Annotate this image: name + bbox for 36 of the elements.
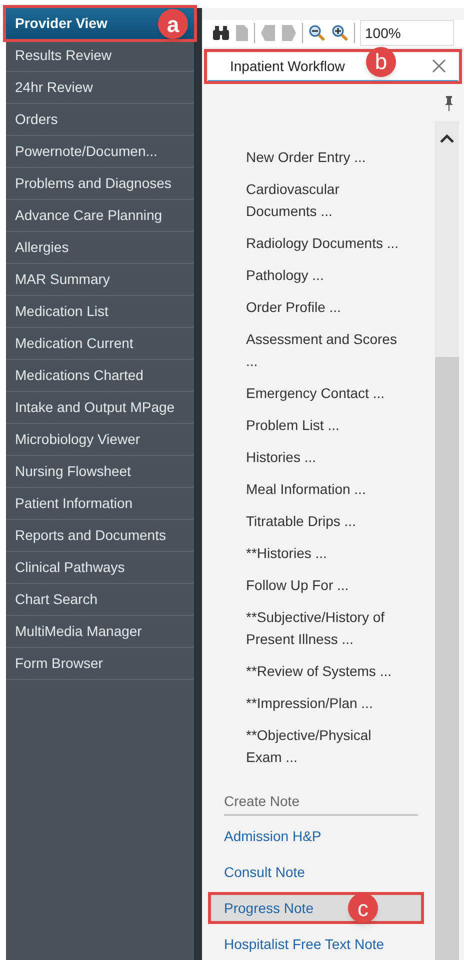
workflow-item[interactable]: **Histories ... bbox=[246, 542, 406, 564]
workflow-item[interactable]: Order Profile ... bbox=[246, 296, 406, 318]
workflow-item[interactable]: **Impression/Plan ... bbox=[246, 692, 406, 714]
section-header: Create Note bbox=[224, 791, 418, 816]
workflow-item[interactable]: Titratable Drips ... bbox=[246, 510, 406, 532]
callout-marker: c bbox=[348, 893, 378, 923]
scroll-up-icon[interactable] bbox=[440, 133, 454, 143]
close-icon[interactable] bbox=[432, 59, 446, 74]
zoom-field[interactable]: 100% bbox=[360, 20, 454, 46]
workflow-tab[interactable]: Inpatient Workflow bbox=[208, 56, 345, 77]
note-link[interactable]: Consult Note bbox=[202, 856, 430, 888]
workflow-item[interactable]: Cardiovascular Documents ... bbox=[246, 178, 406, 222]
binoculars-icon[interactable] bbox=[212, 25, 230, 42]
zoom-out-icon[interactable] bbox=[308, 24, 326, 42]
workflow-item[interactable]: **Subjective/History of Present Illness ... bbox=[246, 606, 406, 650]
callout-marker: a bbox=[158, 9, 188, 39]
workflow-item[interactable]: Pathology ... bbox=[246, 264, 406, 286]
note-link[interactable]: Hospitalist Free Text Note bbox=[202, 928, 430, 960]
zoom-in-icon[interactable] bbox=[331, 24, 349, 42]
workflow-item[interactable]: New Order Entry ... bbox=[246, 146, 406, 168]
workflow-item[interactable]: Problem List ... bbox=[246, 414, 406, 436]
workflow-item[interactable]: Assessment and Scores ... bbox=[246, 328, 406, 372]
workflow-item[interactable]: **Review of Systems ... bbox=[246, 660, 406, 682]
workflow-item[interactable]: **Objective/Physical Exam ... bbox=[246, 724, 406, 768]
scroll-thumb[interactable] bbox=[435, 357, 459, 960]
workflow-item[interactable]: Radiology Documents ... bbox=[246, 232, 406, 254]
note-link[interactable]: Progress Note c bbox=[208, 892, 424, 924]
workflow-item[interactable]: Follow Up For ... bbox=[246, 574, 406, 596]
workflow-item[interactable]: Emergency Contact ... bbox=[246, 382, 406, 404]
workflow-item[interactable]: Meal Information ... bbox=[246, 478, 406, 500]
note-link[interactable]: Admission H&P bbox=[202, 820, 430, 852]
scrollbar[interactable] bbox=[435, 121, 459, 960]
workflow-item[interactable]: Histories ... bbox=[246, 446, 406, 468]
callout-marker: b bbox=[366, 46, 396, 77]
sidebar-item[interactable]: Provider View a bbox=[6, 8, 194, 40]
pin-icon[interactable] bbox=[444, 95, 454, 111]
